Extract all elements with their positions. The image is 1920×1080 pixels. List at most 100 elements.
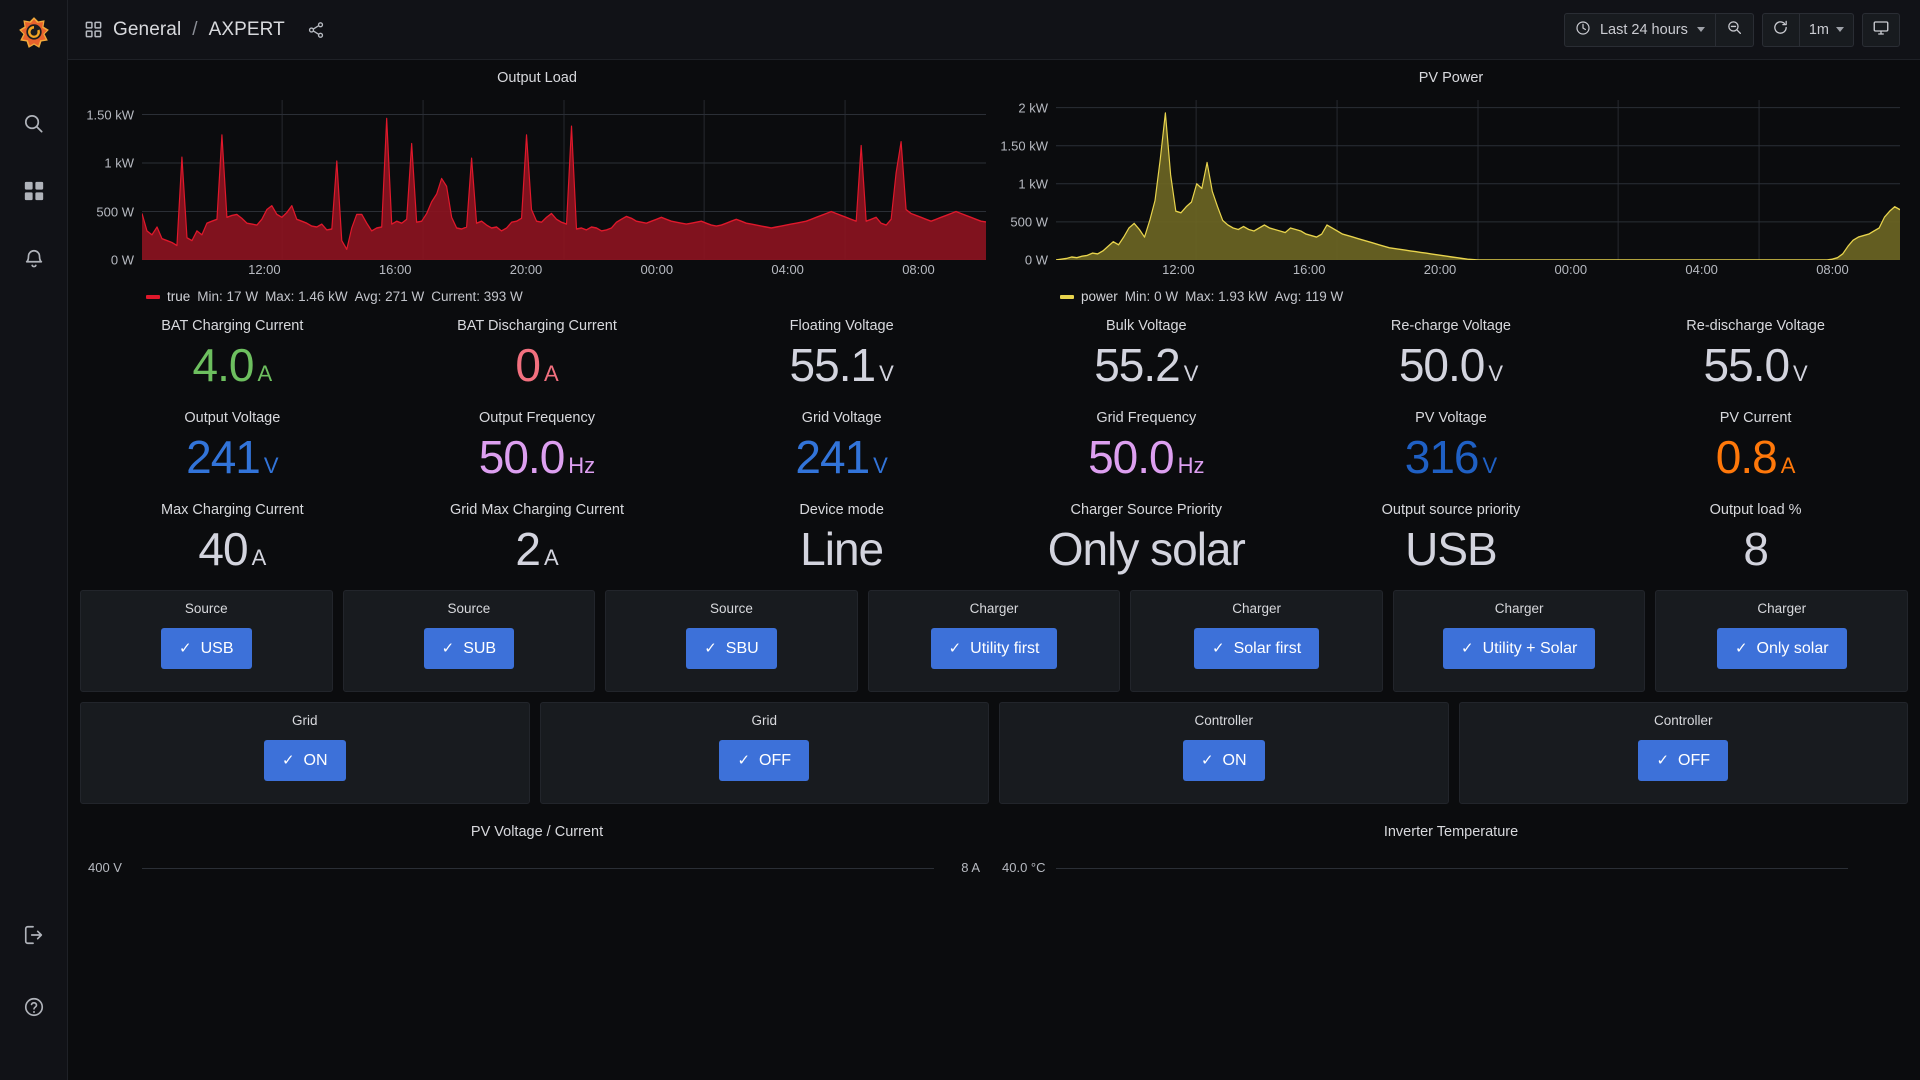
switch-button-label: Utility first — [970, 639, 1040, 657]
stat-unit: V — [873, 453, 888, 478]
y-tick: 0 W — [1024, 252, 1048, 268]
signin-icon[interactable] — [11, 912, 57, 958]
y-tick: 0 W — [110, 252, 134, 268]
switch-panel-title: Charger — [1494, 601, 1544, 616]
stat-title: Re-charge Voltage — [1390, 318, 1511, 334]
stat-title: BAT Discharging Current — [457, 318, 617, 334]
switch-button-label: ON — [303, 751, 328, 769]
stat-value: 241 V — [80, 434, 385, 480]
stat-unit: Hz — [568, 453, 596, 478]
breadcrumb-dashboard[interactable]: AXPERT — [209, 19, 285, 41]
refresh-group: 1m — [1761, 12, 1854, 47]
switch-button[interactable]: ✓ SBU — [686, 628, 777, 669]
x-tick: 04:00 — [1685, 262, 1718, 277]
bottom-panel: Inverter Temperature 40.0 °C — [994, 816, 1908, 906]
switch-button[interactable]: ✓ Utility first — [930, 628, 1058, 669]
stat-title: Re-discharge Voltage — [1686, 318, 1825, 334]
switch-button[interactable]: ✓ Only solar — [1716, 628, 1847, 669]
legend-stat-avg: Avg: 271 W — [354, 289, 425, 304]
switch-button[interactable]: ✓ Utility + Solar — [1443, 628, 1596, 669]
refresh-button[interactable] — [1761, 12, 1800, 47]
stat-value: 50.0 Hz — [385, 434, 690, 480]
switch-button[interactable]: ✓ USB — [161, 628, 252, 669]
stat-panel: Floating Voltage 55.1 V — [689, 318, 994, 388]
share-icon[interactable] — [307, 21, 325, 39]
search-icon[interactable] — [11, 100, 57, 146]
time-range-label: Last 24 hours — [1599, 21, 1688, 38]
check-icon: ✓ — [1461, 640, 1474, 657]
stat-unit: V — [1488, 361, 1504, 386]
axis-label-right: 8 A — [961, 860, 980, 875]
plot-area[interactable] — [1056, 100, 1900, 260]
switch-button[interactable]: ✓ Solar first — [1194, 628, 1320, 669]
axis-label-left: 400 V — [88, 860, 122, 875]
stat-title: Bulk Voltage — [1105, 318, 1187, 334]
stat-number: 316 — [1404, 431, 1480, 483]
stat-title: Max Charging Current — [161, 502, 304, 518]
stat-panel: Device mode Line — [689, 502, 994, 572]
switch-button[interactable]: ✓ OFF — [1638, 740, 1729, 781]
stat-panel: BAT Discharging Current 0 A — [385, 318, 690, 388]
check-icon: ✓ — [1212, 640, 1225, 657]
bottom-panels-row: PV Voltage / Current 400 V 8 A Inverter Tem… — [80, 816, 1908, 906]
stat-title: PV Voltage — [1415, 410, 1487, 426]
x-tick: 12:00 — [248, 262, 281, 277]
y-tick: 500 W — [1010, 214, 1048, 230]
grafana-logo-icon[interactable] — [11, 10, 57, 56]
y-tick: 1 kW — [104, 155, 134, 171]
y-tick: 1.50 kW — [1000, 138, 1048, 154]
switch-button-label: SBU — [725, 639, 759, 657]
nav-rail-bottom — [11, 912, 57, 1080]
stat-value: 0.8 A — [1603, 434, 1908, 480]
switch-button[interactable]: ✓ OFF — [719, 740, 810, 781]
breadcrumb-folder[interactable]: General — [113, 19, 181, 41]
axis-gridline — [1056, 868, 1848, 869]
switch-panel-title: Source — [447, 601, 491, 616]
legend-swatch — [146, 294, 160, 299]
x-tick: 20:00 — [1423, 262, 1457, 277]
switch-panel: Charger ✓ Utility first — [867, 590, 1121, 692]
time-range-picker[interactable]: Last 24 hours — [1563, 12, 1716, 47]
stat-unit: V — [1482, 453, 1498, 478]
stat-value: 55.1 V — [689, 342, 994, 388]
legend-series-name: true — [167, 289, 191, 304]
x-tick: 00:00 — [640, 262, 674, 277]
stat-value: 50.0 Hz — [994, 434, 1299, 480]
switch-button[interactable]: ✓ SUB — [423, 628, 515, 669]
stat-title: Grid Max Charging Current — [449, 502, 625, 518]
button-row-1: Source ✓ USB Source ✓ SUB Source ✓ SBU Charger ✓ Ut… — [80, 590, 1909, 692]
check-icon: ✓ — [1734, 640, 1748, 657]
legend-stat-current: Current: 393 W — [431, 289, 523, 304]
switch-button-label: OFF — [1678, 751, 1711, 769]
kiosk-mode-button[interactable] — [1862, 12, 1900, 47]
help-circle-icon[interactable] — [11, 984, 57, 1030]
legend[interactable]: power Min: 0 W Max: 1.93 kW Avg: 119 W — [1060, 289, 1343, 304]
refresh-interval-picker[interactable]: 1m — [1799, 12, 1854, 47]
panel-title: PV Voltage / Current — [470, 824, 604, 840]
x-tick: 08:00 — [1816, 262, 1849, 277]
bell-icon[interactable] — [11, 236, 57, 282]
switch-button[interactable]: ✓ ON — [1182, 740, 1265, 781]
switch-panel: Source ✓ USB — [80, 590, 333, 692]
check-icon: ✓ — [737, 752, 751, 769]
stat-panel: Grid Voltage 241 V — [689, 410, 994, 480]
switch-panel-title: Source — [184, 601, 228, 616]
grid-icon[interactable] — [11, 168, 57, 214]
stat-number: 0.8 — [1715, 431, 1778, 483]
nav-rail — [0, 0, 68, 1080]
legend[interactable]: true Min: 17 W Max: 1.46 kW Avg: 271 W C… — [146, 289, 523, 304]
zoom-out-button[interactable] — [1715, 12, 1754, 47]
stat-number: 55.1 — [789, 339, 877, 391]
x-tick: 00:00 — [1554, 262, 1588, 277]
stat-panel: Charger Source Priority Only solar — [994, 502, 1299, 572]
switch-button[interactable]: ✓ ON — [263, 740, 346, 781]
plot-area[interactable] — [142, 100, 986, 260]
stat-unit: Hz — [1177, 453, 1205, 478]
legend-series-name: power — [1081, 289, 1118, 304]
y-tick: 1 kW — [1018, 176, 1048, 192]
panel-title: Output Load — [497, 70, 577, 86]
stat-number: 50.0 — [478, 431, 566, 483]
switch-button-label: Utility + Solar — [1482, 639, 1578, 657]
stat-value: 55.0 V — [1603, 342, 1908, 388]
switch-button-label: SUB — [463, 639, 497, 657]
